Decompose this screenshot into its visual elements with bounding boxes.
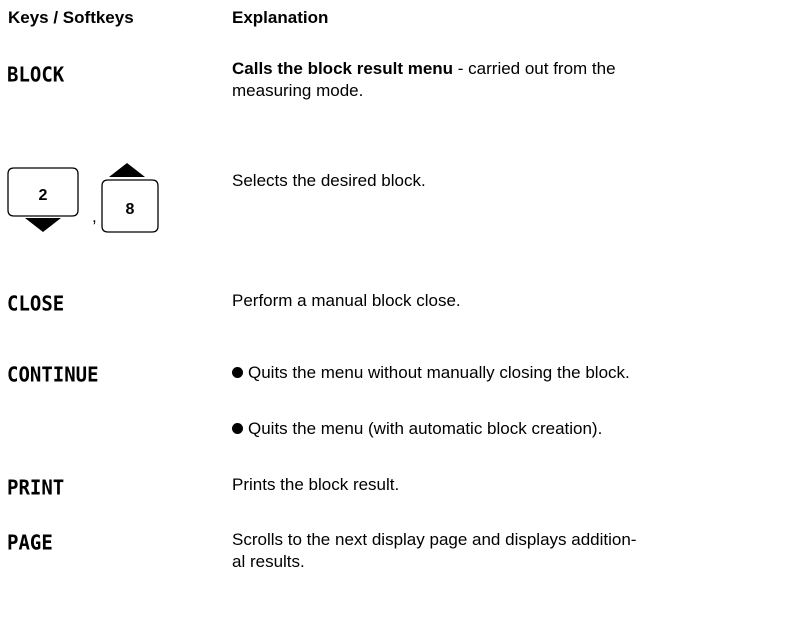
- continue-softkey: CONTINUE: [7, 363, 99, 387]
- key-8-up-icon: 8: [101, 163, 159, 233]
- block-explanation-rest: - carried out from the: [453, 59, 616, 78]
- continue-bullet-1: Quits the menu without manually closing …: [232, 362, 630, 384]
- page-softkey: PAGE: [7, 531, 53, 555]
- block-softkey: BLOCK: [7, 63, 65, 87]
- key-2-label: 2: [39, 187, 48, 204]
- block-explanation-bold: Calls the block result menu: [232, 59, 454, 78]
- arrow-keycaps: 2 , 8: [7, 163, 159, 233]
- bullet-icon: [232, 423, 243, 434]
- bullet-icon: [232, 367, 243, 378]
- key-separator: ,: [92, 207, 97, 226]
- explanation-header: Explanation: [232, 8, 329, 27]
- continue-bullet-2-text: Quits the menu (with automatic block cre…: [248, 419, 603, 438]
- page-explanation: Scrolls to the next display page and dis…: [232, 529, 636, 573]
- continue-bullet-2: Quits the menu (with automatic block cre…: [232, 418, 602, 440]
- print-explanation: Prints the block result.: [232, 475, 400, 494]
- keys-softkeys-header: Keys / Softkeys: [8, 8, 134, 27]
- page-explanation-line2: al results.: [232, 552, 305, 571]
- block-explanation-line2: measuring mode.: [232, 81, 364, 100]
- continue-bullet-1-text: Quits the menu without manually closing …: [248, 363, 630, 382]
- page-explanation-line1: Scrolls to the next display page and dis…: [232, 530, 637, 549]
- select-block-explanation: Selects the desired block.: [232, 171, 426, 190]
- key-8-label: 8: [126, 201, 135, 218]
- key-2-down-icon: 2: [7, 167, 79, 232]
- block-explanation: Calls the block result menu - carried ou…: [232, 58, 616, 102]
- close-softkey: CLOSE: [7, 292, 65, 316]
- close-explanation: Perform a manual block close.: [232, 291, 461, 310]
- print-softkey: PRINT: [7, 476, 65, 500]
